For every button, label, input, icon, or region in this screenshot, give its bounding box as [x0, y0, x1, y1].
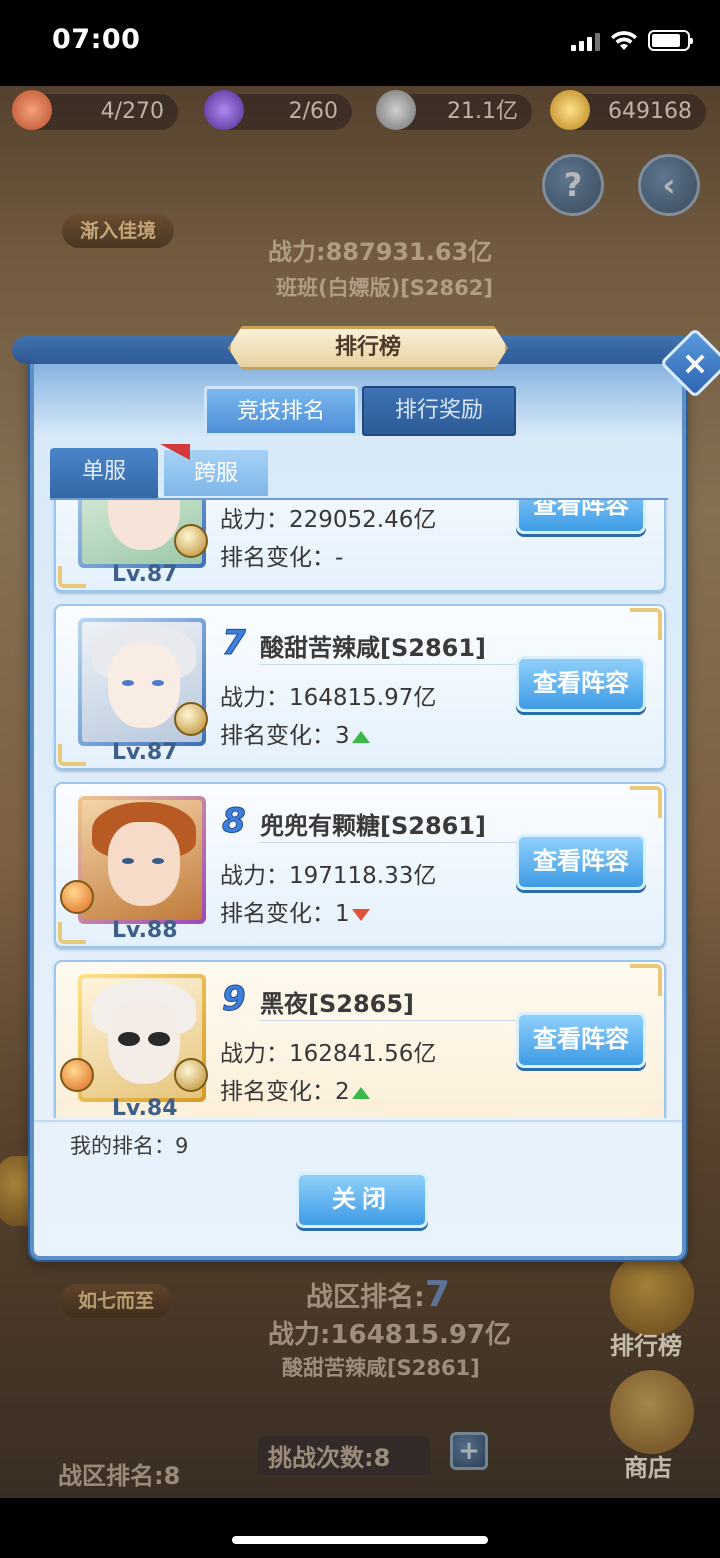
bg-banner-bottom-left: 如七而至 — [60, 1284, 173, 1318]
shop-button-label[interactable]: 商店 — [624, 1448, 672, 1483]
list-item: Lv.88 8 兜兜有颗糖[S2861] 战力：197118.33亿 排名变化：… — [54, 782, 666, 948]
resource-crystal: 2/60 — [204, 90, 352, 130]
shop-chest-icon[interactable] — [610, 1370, 694, 1454]
bg-zone-rank: 战区排名:7 — [306, 1274, 450, 1315]
avatar-eye — [122, 858, 134, 864]
ranking-button-label[interactable]: 排行榜 — [610, 1326, 682, 1361]
card-corner-decoration — [630, 964, 662, 996]
avatar-eye — [152, 858, 164, 864]
home-area — [0, 1498, 720, 1558]
avatar-eye — [122, 680, 134, 686]
battery-icon — [648, 30, 693, 51]
divider — [34, 1120, 682, 1122]
player-level: Lv.87 — [112, 562, 178, 587]
modal-title: 排行榜 — [228, 326, 508, 370]
ranking-list[interactable]: Lv.87 战力：229052.46亿 排名变化：- 查看阵容 Lv.87 7 … — [50, 498, 668, 1118]
rank-change: 排名变化：3 — [220, 716, 370, 750]
card-corner-decoration — [58, 566, 86, 588]
list-item: Lv.87 战力：229052.46亿 排名变化：- 查看阵容 — [54, 500, 666, 592]
trend-down-icon — [351, 908, 370, 921]
avatar-face — [108, 500, 180, 550]
avatar-face — [108, 822, 180, 906]
rank-change: 排名变化：1 — [220, 894, 370, 928]
bg-top-power: 战力:887931.63亿 — [268, 238, 493, 266]
status-time: 07:00 — [52, 24, 141, 55]
bg-bottom-name: 酸甜苦辣咸[S2861] — [282, 1356, 480, 1380]
list-item: Lv.87 7 酸甜苦辣咸[S2861] 战力：164815.97亿 排名变化：… — [54, 604, 666, 770]
card-corner-decoration — [58, 744, 86, 766]
trend-up-icon — [351, 730, 370, 743]
player-power: 战力：197118.33亿 — [220, 863, 437, 889]
card-corner-decoration — [630, 786, 662, 818]
my-rank: 我的排名：9 — [70, 1134, 189, 1158]
player-power: 战力：229052.46亿 — [220, 507, 437, 533]
avatar-face — [108, 644, 180, 728]
leaderboard-modal: 排行榜 × 竞技排名 排行奖励 单服 跨服 Lv.87 战力：229052.46… — [12, 326, 720, 1260]
divider — [260, 1020, 522, 1021]
avatar-sunglasses — [148, 1032, 170, 1046]
view-lineup-button[interactable]: 查看阵容 — [516, 1012, 646, 1068]
player-name: 兜兜有颗糖[S2861] — [260, 812, 487, 840]
medal-icon — [174, 702, 208, 736]
list-item: Lv.84 9 黑夜[S2865] 战力：162841.56亿 排名变化：2 查… — [54, 960, 666, 1118]
bg-banner-top-left: 渐入佳境 — [62, 214, 175, 248]
card-corner-decoration — [58, 922, 86, 944]
crystal-icon — [204, 90, 244, 130]
wifi-icon — [611, 30, 637, 50]
avatar-sunglasses — [118, 1032, 140, 1046]
bg-bottom-power: 战力:164815.97亿 — [268, 1320, 512, 1350]
player-level: Lv.87 — [112, 740, 178, 765]
trend-up-icon — [351, 1086, 370, 1099]
rank-number: 7 — [222, 623, 247, 663]
rank-change: 排名变化：- — [220, 545, 344, 571]
cellular-signal-icon — [571, 31, 600, 51]
player-level: Lv.84 — [112, 1096, 178, 1118]
resource-coin: 21.1亿 — [376, 90, 532, 130]
tab-arena-ranking[interactable]: 竞技排名 — [204, 386, 358, 436]
status-icons — [571, 30, 693, 51]
avatar-eye — [152, 680, 164, 686]
tab-cross-server[interactable]: 跨服 — [162, 448, 270, 498]
resource-gold: 649168 — [550, 90, 706, 130]
help-button[interactable]: ? — [542, 154, 604, 216]
player-name: 黑夜[S2865] — [260, 990, 415, 1018]
resource-peach: 4/270 — [12, 90, 178, 130]
tab-ranking-rewards[interactable]: 排行奖励 — [362, 386, 516, 436]
peach-icon — [12, 90, 52, 130]
player-power: 战力：164815.97亿 — [220, 685, 437, 711]
modal-header: 排行榜 — [12, 326, 712, 370]
avatar[interactable] — [78, 796, 206, 924]
ranking-trophy-icon[interactable] — [610, 1252, 694, 1336]
vip-badge-icon — [60, 880, 94, 914]
view-lineup-button[interactable]: 查看阵容 — [516, 500, 646, 534]
view-lineup-button[interactable]: 查看阵容 — [516, 656, 646, 712]
medal-icon — [174, 1058, 208, 1092]
close-button[interactable]: 关闭 — [296, 1172, 428, 1228]
player-level: Lv.88 — [112, 918, 178, 943]
rank-number: 9 — [222, 979, 247, 1019]
card-corner-decoration — [630, 608, 662, 640]
medal-icon — [174, 524, 208, 558]
divider — [260, 664, 522, 665]
home-indicator[interactable] — [232, 1536, 488, 1544]
add-challenge-button[interactable]: + — [450, 1432, 488, 1470]
player-name: 酸甜苦辣咸[S2861] — [260, 634, 487, 662]
tab-single-server[interactable]: 单服 — [50, 448, 158, 498]
bg-top-name: 班班(白嫖版)[S2862] — [276, 276, 493, 300]
rank-number: 8 — [222, 801, 247, 841]
status-bar: 07:00 — [0, 0, 720, 86]
bg-zone-rank-left: 战区排名:8 — [58, 1462, 181, 1490]
back-button[interactable]: ‹ — [638, 154, 700, 216]
rank-change: 排名变化：2 — [220, 1072, 370, 1106]
bg-challenge-count: 挑战次数:8 — [258, 1436, 431, 1475]
coin-icon — [376, 90, 416, 130]
gold-ingot-icon — [550, 90, 590, 130]
player-power: 战力：162841.56亿 — [220, 1041, 437, 1067]
divider — [260, 842, 522, 843]
view-lineup-button[interactable]: 查看阵容 — [516, 834, 646, 890]
vip-badge-icon — [60, 1058, 94, 1092]
